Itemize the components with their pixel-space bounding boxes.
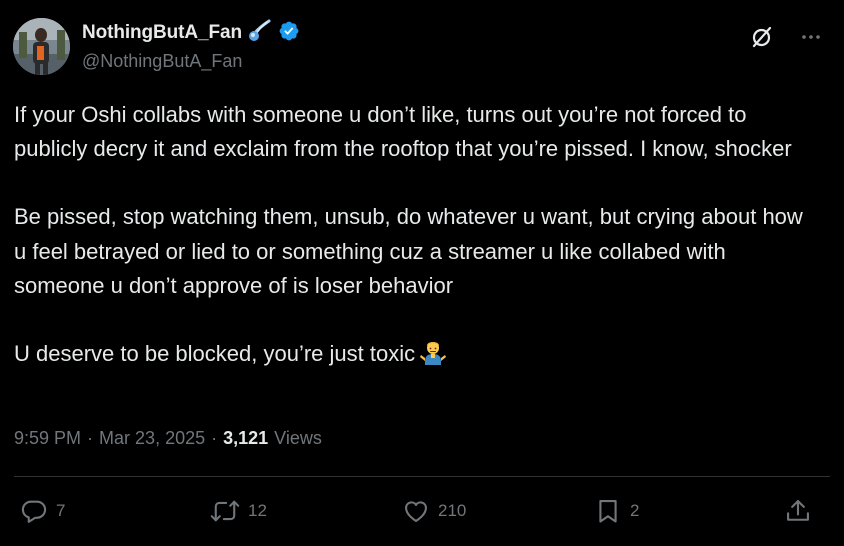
views-label: Views	[274, 428, 322, 448]
bookmark-button[interactable]: 2	[594, 497, 639, 525]
like-button[interactable]: 210	[402, 497, 466, 525]
avatar[interactable]	[13, 18, 70, 75]
tweet-text: If your Oshi collabs with someone u don’…	[14, 98, 814, 377]
display-name[interactable]: NothingButA_Fan	[82, 22, 242, 44]
reply-icon	[20, 497, 48, 525]
reply-button[interactable]: 7	[20, 497, 65, 525]
author-name-row: NothingButA_Fan	[82, 19, 300, 48]
tweet-paragraph: Be pissed, stop watching them, unsub, do…	[14, 204, 803, 298]
views-count: 3,121	[223, 428, 269, 448]
reply-count: 7	[56, 501, 66, 520]
tweet-time[interactable]: 9:59 PM	[14, 428, 81, 449]
bookmark-count: 2	[630, 501, 640, 520]
tweet-paragraph-text: U deserve to be blocked, you’re just tox…	[14, 341, 416, 367]
more-options-icon[interactable]	[800, 26, 822, 48]
tweet: NothingButA_Fan @NothingButA_Fan If your…	[0, 0, 844, 546]
author-handle[interactable]: @NothingButA_Fan	[82, 51, 242, 72]
heart-icon	[402, 497, 430, 525]
share-icon	[784, 497, 812, 525]
repost-icon	[210, 497, 240, 525]
repost-button[interactable]: 12	[210, 497, 267, 525]
like-count: 210	[438, 501, 467, 520]
bookmark-icon	[594, 497, 622, 525]
tweet-meta: 9:59 PM · Mar 23, 2025 · 3,121 Views	[14, 428, 322, 449]
action-bar: 7 12 210 2	[20, 497, 816, 529]
share-button[interactable]	[784, 497, 812, 525]
divider	[14, 476, 830, 477]
grok-icon[interactable]	[750, 25, 774, 49]
avatar-photo	[13, 18, 70, 75]
meta-separator: ·	[211, 428, 218, 448]
tweet-top-actions	[750, 25, 822, 49]
meta-separator: ·	[87, 428, 94, 448]
man-shrugging-icon	[419, 339, 447, 377]
repost-count: 12	[248, 501, 267, 520]
tweet-date[interactable]: Mar 23, 2025	[99, 428, 205, 449]
tweet-paragraph: If your Oshi collabs with someone u don’…	[14, 102, 792, 162]
comet-emoji-icon	[248, 19, 272, 48]
verified-badge-icon	[278, 20, 300, 47]
tweet-paragraph-last: U deserve to be blocked, you’re just tox…	[14, 337, 814, 377]
